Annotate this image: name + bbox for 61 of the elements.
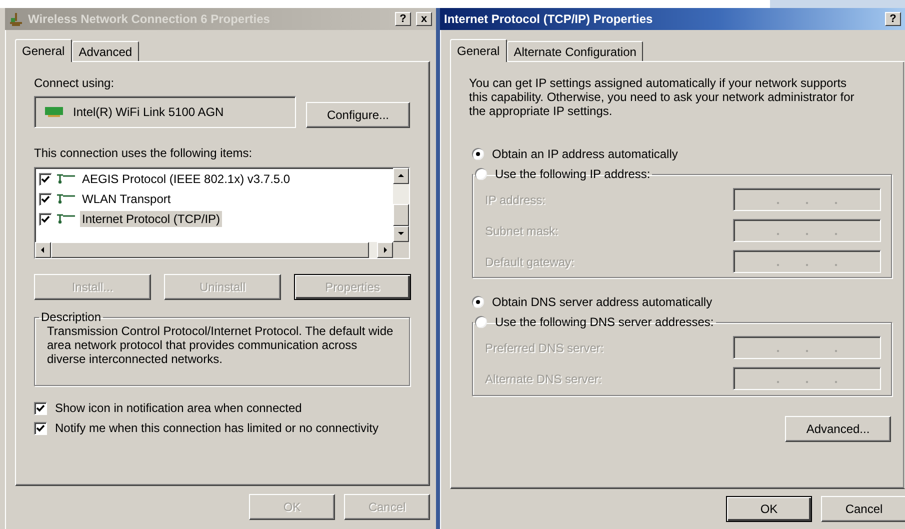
field-label: Alternate DNS server: [485,372,602,386]
ok-button[interactable]: OK [726,496,812,522]
horizontal-scrollbar[interactable] [35,242,409,258]
ip-address-field[interactable] [733,219,881,242]
connect-using-label: Connect using: [34,76,116,90]
network-icon [56,214,76,224]
advanced-button[interactable]: Advanced... [785,416,891,442]
field-label: Default gateway: [485,254,574,268]
tab[interactable]: Alternate Configuration [506,41,644,61]
description-text: Transmission Control Protocol/Internet Protocol. The default wide area network protocol that provides communication across diverse interconnected networks. [47,324,394,366]
scroll-right-icon[interactable] [381,246,389,254]
ip-address-field[interactable] [733,367,881,390]
close-button[interactable]: x [416,12,432,26]
list-item[interactable]: WLAN Transport [80,191,173,207]
radio-button[interactable] [475,316,487,328]
radio-label: Obtain an IP address automatically [492,147,678,161]
check-mark-icon [36,424,45,432]
network-card-icon [45,107,63,117]
checkbox[interactable] [34,422,47,434]
scroll-up-icon[interactable] [397,172,405,180]
scroll-left-icon[interactable] [39,246,47,254]
cancel-button[interactable]: Cancel [821,496,905,522]
items-list[interactable]: AEGIS Protocol (IEEE 802.1x) v3.7.5.0 WLAN Transport Internet Protocol (TCP/IP) [34,167,410,259]
ip-address-field[interactable] [733,250,881,273]
group-title: Description [40,310,102,324]
help-button[interactable]: ? [395,12,411,26]
ip-address-field[interactable] [733,188,881,211]
scrollbar-corner [393,242,409,258]
adapter-field: Intel(R) WiFi Link 5100 AGN [34,96,296,128]
radio-label: Obtain DNS server address automatically [492,295,712,309]
checkbox[interactable] [34,402,47,414]
radio-button[interactable] [472,296,484,308]
radio-button[interactable] [472,148,484,160]
radio-label: Use the following IP address: [495,167,650,181]
items-label: This connection uses the following items: [34,146,254,160]
field-label: IP address: [485,192,546,206]
tab[interactable]: Advanced [72,41,140,61]
field-label: Preferred DNS server: [485,340,604,354]
tab[interactable]: General [15,39,72,62]
option-label: Notify me when this connection has limited or no connectivity [55,421,378,435]
network-icon [56,174,76,184]
configure-button[interactable]: Configure... [306,102,410,128]
network-icon [56,194,76,204]
check-mark-icon [41,214,50,224]
field-label: Subnet mask: [485,224,558,238]
check-mark-icon [41,194,50,204]
network-icon [9,12,23,26]
list-item[interactable]: AEGIS Protocol (IEEE 802.1x) v3.7.5.0 [80,171,292,187]
radio-label: Use the following DNS server addresses: [495,315,714,329]
radio-button[interactable] [475,168,487,180]
option-label: Show icon in notification area when connected [55,401,302,415]
help-button[interactable]: ? [885,12,901,26]
scroll-down-icon[interactable] [397,230,405,238]
tab[interactable]: General [450,39,507,62]
check-mark-icon [36,404,45,412]
vertical-scrollbar[interactable] [393,168,409,242]
list-item[interactable]: Internet Protocol (TCP/IP) [80,211,222,227]
window-title: Internet Protocol (TCP/IP) Properties [444,12,654,26]
ip-address-field[interactable] [733,336,881,359]
intro-text: You can get IP settings assigned automatically if your network supports this capability. Otherwise, you need to ask your network administrator for the appropriate IP settings. [469,76,856,118]
check-mark-icon [41,174,50,184]
